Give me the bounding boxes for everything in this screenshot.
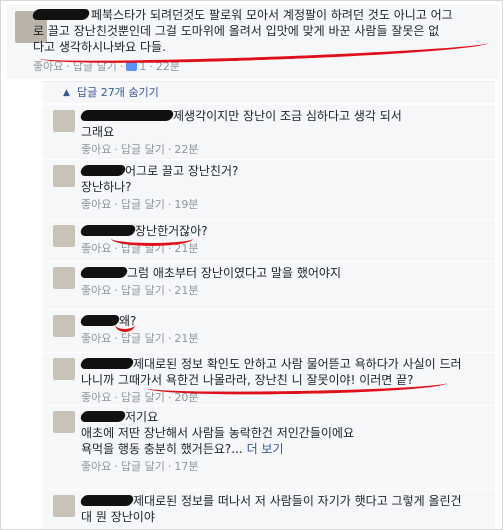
reply-item: 왜? 좋아요 · 답글 달기 · 21분 [43,309,495,352]
reply-link[interactable]: 답글 달기 [121,460,165,473]
avatar[interactable] [53,165,75,187]
author-name-redacted[interactable] [79,495,135,506]
hide-replies-label: 답글 27개 숨기기 [77,86,159,99]
hide-replies-toggle[interactable]: ▲ 답글 27개 숨기기 [43,81,495,103]
reply-text: 저기요 [125,410,159,424]
reply-item: 어그로 끌고 장난친거? 장난하나? 좋아요 · 답글 달기 · 19분 [43,159,495,219]
like-link[interactable]: 좋아요 [81,332,111,345]
like-link[interactable]: 좋아요 [81,242,111,255]
comment-thread: 페북스타가 되려던것도 팔로워 모아서 계정팔이 하려던 것도 아니고 어그 로… [0,0,503,530]
reply-link[interactable]: 답글 달기 [121,284,165,297]
reply-link[interactable]: 답글 달기 [121,391,165,404]
avatar[interactable] [53,358,75,380]
reply-link[interactable]: 답글 달기 [121,143,165,156]
author-name-redacted[interactable] [31,9,91,20]
reply-text: 그래요 [81,125,115,139]
like-link[interactable]: 좋아요 [81,284,111,297]
timestamp[interactable]: 21분 [174,332,198,345]
like-link[interactable]: 좋아요 [81,391,111,404]
reply-item: 제대로된 정보를 떠나서 저 사람들이 자기가 햇다고 그렇게 올린건 대 뭔 … [43,489,495,529]
reply-text: 제대로된 정보를 떠나서 저 사람들이 자기가 햇다고 그렇게 올린건 [133,494,462,508]
like-link[interactable]: 좋아요 [33,60,63,73]
reply-text: 욕먹을 행동 충분히 했거든요?... [81,442,243,456]
reply-item: 저기요 애초에 저딴 장난해서 사람들 농락한건 저인간들이에요 욕먹을 행동 … [43,405,495,489]
author-name-redacted[interactable] [79,165,127,176]
reply-text: 애초에 저딴 장난해서 사람들 농락한건 저인간들이에요 [81,426,354,440]
avatar[interactable] [53,225,75,247]
comment-line: 로 끌고 장난친것뿐인데 그걸 도마위에 올려서 입맛에 맞게 바꾼 사람들 잘… [33,24,440,38]
timestamp[interactable]: 17분 [174,460,198,473]
reply-text: 어그로 끌고 장난친거? [125,164,239,178]
reply-item: 제생각이지만 장난이 조금 심하다고 생각 되서 그래요 좋아요 · 답글 달기 · 2… [43,104,495,159]
avatar[interactable] [53,495,75,517]
avatar[interactable] [53,411,75,433]
reply-text: 그럼 애초부터 장난이였다고 말을 했어야지 [127,266,341,280]
reply-text: 대 뭔 장난이야 [81,510,155,524]
caret-up-icon: ▲ [63,88,70,98]
reply-item: 그럼 애초부터 장난이였다고 말을 했어야지 좋아요 · 답글 달기 · 21분 [43,261,495,309]
reply-text: 장난하나? [81,180,132,194]
timestamp[interactable]: 22분 [174,143,198,156]
author-name-redacted[interactable] [79,411,127,422]
reply-item: 장난한거잖아? 좋아요 · 답글 달기 · 21분 [43,219,495,261]
like-link[interactable]: 좋아요 [81,143,111,156]
reply-link[interactable]: 답글 달기 [121,198,165,211]
highlight-underline [115,317,135,332]
reply-link[interactable]: 답글 달기 [121,332,165,345]
reply-text: 제생각이지만 장난이 조금 심하다고 생각 되서 [173,109,402,123]
reply-text: 제대로된 정보 확인도 안하고 사람 물어뜯고 욕하다가 사실이 드러 [133,357,462,371]
timestamp[interactable]: 19분 [174,198,198,211]
like-link[interactable]: 좋아요 [81,460,111,473]
like-link[interactable]: 좋아요 [81,198,111,211]
author-name-redacted[interactable] [79,267,129,278]
author-name-redacted[interactable] [79,110,175,121]
avatar[interactable] [53,267,75,289]
see-more-link[interactable]: 더 보기 [247,442,284,456]
highlight-underline [111,231,193,246]
author-name-redacted[interactable] [79,358,135,369]
avatar[interactable] [53,110,75,132]
comment-line: 페북스타가 되려던것도 팔로워 모아서 계정팔이 하려던 것도 아니고 어그 [91,8,453,22]
avatar[interactable] [53,315,75,337]
timestamp[interactable]: 21분 [174,284,198,297]
